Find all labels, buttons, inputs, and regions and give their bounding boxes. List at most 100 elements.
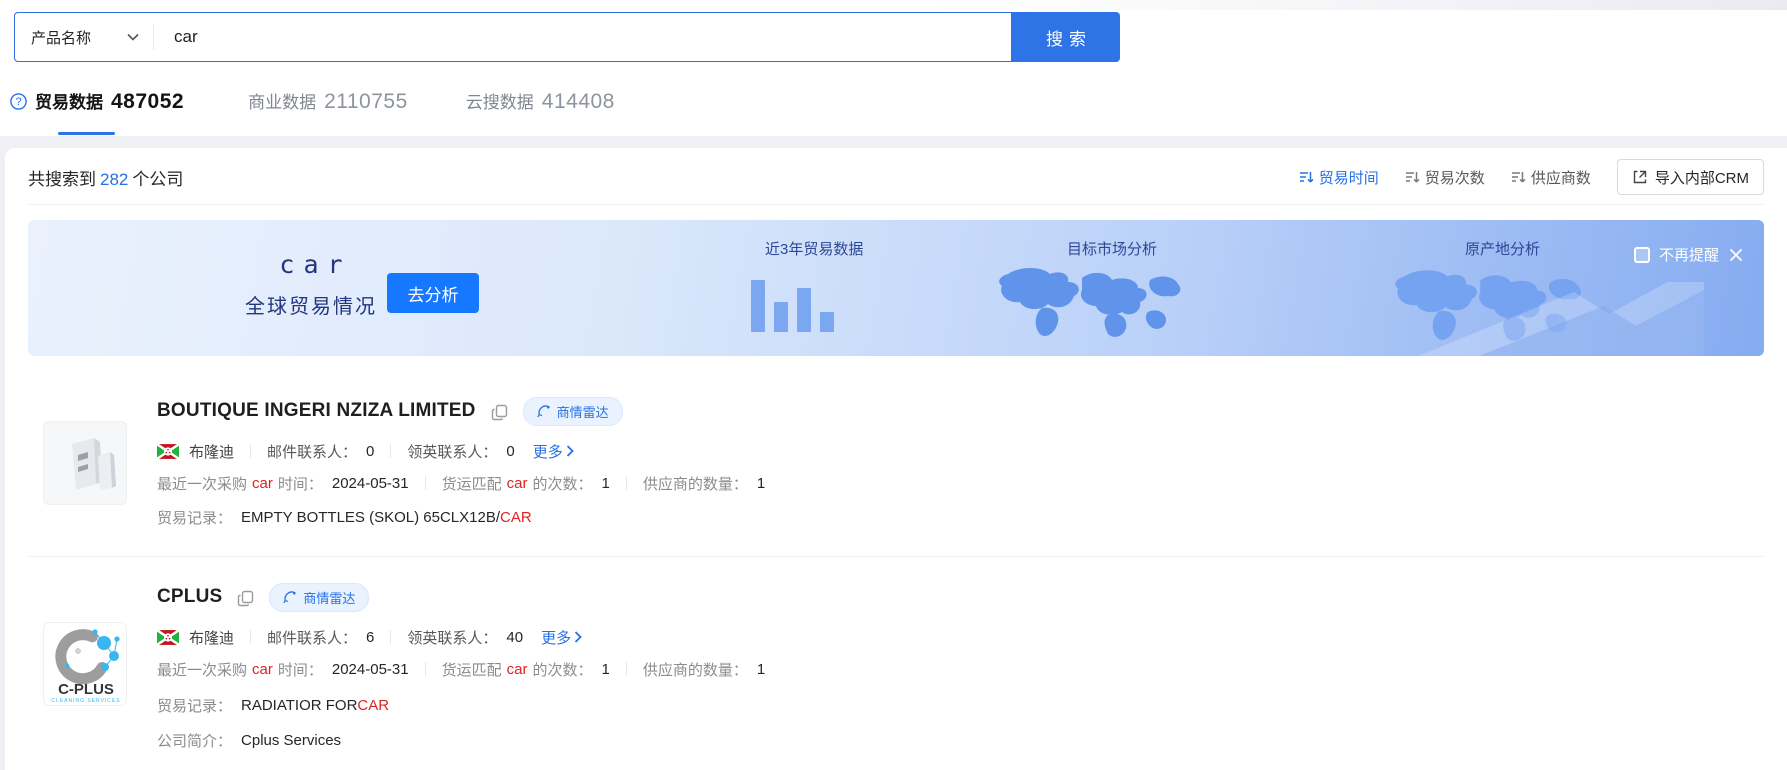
data-source-tabs: ? 贸易数据 487052 商业数据 2110755 云搜数据 414408 xyxy=(10,88,1787,135)
linkedin-contacts-value: 0 xyxy=(506,442,515,460)
import-icon xyxy=(1633,170,1647,184)
email-contacts-value: 6 xyxy=(366,628,375,646)
keyword-highlight: car xyxy=(506,660,528,678)
building-placeholder-icon xyxy=(72,438,116,490)
sort-supplier-count[interactable]: 供应商数 xyxy=(1511,167,1591,188)
sort-trade-time[interactable]: 贸易时间 xyxy=(1299,167,1379,188)
sort-icon xyxy=(1511,171,1526,183)
linkedin-contacts-label: 领英联系人： xyxy=(407,629,498,647)
results-card: 共搜索到 282 个公司 贸易时间 贸易次数 供应商数 导入内部CRM car … xyxy=(5,148,1787,770)
trade-record-text: RADIATIOR FOR xyxy=(241,696,358,714)
sort-trade-count[interactable]: 贸易次数 xyxy=(1405,167,1485,188)
sort-icon xyxy=(1299,171,1314,183)
help-circle-icon[interactable]: ? xyxy=(10,93,27,110)
burundi-flag-icon xyxy=(157,629,179,645)
banner-dismiss-group: 不再提醒 xyxy=(1633,244,1744,265)
last-purchase-date: 2024-05-31 xyxy=(331,660,409,678)
svg-text:CLEANING SERVICES: CLEANING SERVICES xyxy=(51,698,120,704)
page-background: 共搜索到 282 个公司 贸易时间 贸易次数 供应商数 导入内部CRM car … xyxy=(0,136,1787,770)
tab-count: 414408 xyxy=(541,90,615,113)
header-divider xyxy=(28,204,1764,205)
trade-record-keyword: CAR xyxy=(357,696,390,714)
results-count-text: 共搜索到 282 个公司 xyxy=(28,169,184,189)
trade-record-keyword: CAR xyxy=(500,508,532,526)
banner-keyword-block: car 全球贸易情况 xyxy=(230,250,392,319)
company-intro-text: Cplus Services xyxy=(241,731,342,749)
mini-bar xyxy=(774,302,788,332)
sort-icon xyxy=(1405,171,1420,183)
keyword-highlight: car xyxy=(252,474,273,492)
search-input[interactable] xyxy=(154,27,1011,47)
keyword-highlight: car xyxy=(252,660,273,678)
mini-bar xyxy=(751,280,765,332)
email-contacts-label: 邮件联系人： xyxy=(267,443,358,461)
chevron-right-icon xyxy=(566,445,574,457)
radar-badge-label: 商情雷达 xyxy=(556,404,609,420)
company-details: BOUTIQUE INGERI NZIZA LIMITED 商情雷达 布隆迪 邮… xyxy=(157,396,766,527)
go-analyze-button[interactable]: 去分析 xyxy=(387,273,479,313)
active-tab-underline xyxy=(58,132,115,135)
company-row: C-PLUS CLEANING SERVICES CPLUS 商情雷达 布隆迪 … xyxy=(28,557,1764,750)
burundi-flag-icon xyxy=(157,443,179,459)
close-icon[interactable] xyxy=(1728,247,1744,263)
world-map-graphic xyxy=(999,268,1181,337)
copy-icon[interactable] xyxy=(491,404,508,421)
company-details: CPLUS 商情雷达 布隆迪 邮件联系人： 6 领英联系人： 40 更多 最近一… xyxy=(157,582,766,750)
banner-panel-label-target-market: 目标市场分析 xyxy=(1067,241,1158,258)
linkedin-contacts-value: 40 xyxy=(506,628,524,646)
tab-count: 2110755 xyxy=(324,90,408,113)
supplier-count: 1 xyxy=(756,660,766,678)
freight-count: 1 xyxy=(601,660,610,678)
company-row: BOUTIQUE INGERI NZIZA LIMITED 商情雷达 布隆迪 邮… xyxy=(28,356,1764,527)
company-name[interactable]: BOUTIQUE INGERI NZIZA LIMITED xyxy=(157,400,476,422)
banner-panel-label-origin: 原产地分析 xyxy=(1465,241,1541,258)
company-name[interactable]: CPLUS xyxy=(157,586,222,608)
mini-bar xyxy=(797,288,811,332)
tab-trade-data[interactable]: ? 贸易数据 487052 xyxy=(10,88,184,114)
results-count: 282 xyxy=(100,169,129,189)
banner-subtitle: 全球贸易情况 xyxy=(245,296,377,318)
company-country: 布隆迪 xyxy=(189,629,235,647)
banner-keyword: car xyxy=(279,250,352,279)
company-thumbnail[interactable] xyxy=(43,421,127,505)
tab-label: 贸易数据 xyxy=(35,93,103,112)
results-controls: 贸易时间 贸易次数 供应商数 导入内部CRM xyxy=(1299,159,1764,195)
mini-bar-chart xyxy=(751,266,834,332)
search-box: 产品名称 xyxy=(14,12,1012,62)
dont-remind-label: 不再提醒 xyxy=(1658,247,1719,264)
tab-label: 云搜数据 xyxy=(465,93,534,112)
banner-panel-label-trade3y: 近3年贸易数据 xyxy=(765,241,864,258)
business-radar-badge[interactable]: 商情雷达 xyxy=(269,582,370,612)
tab-business-data[interactable]: 商业数据 2110755 xyxy=(248,88,408,114)
email-contacts-label: 邮件联系人： xyxy=(267,629,358,647)
radar-icon xyxy=(536,405,550,418)
tab-label: 商业数据 xyxy=(248,93,317,112)
mini-bar xyxy=(820,312,834,332)
more-link[interactable]: 更多 xyxy=(541,627,582,648)
linkedin-contacts-label: 领英联系人： xyxy=(407,443,498,461)
last-purchase-date: 2024-05-31 xyxy=(331,474,409,492)
keyword-highlight: car xyxy=(506,474,528,492)
cplus-logo: C-PLUS CLEANING SERVICES xyxy=(51,629,120,704)
radar-icon xyxy=(283,591,297,604)
more-link[interactable]: 更多 xyxy=(533,441,574,462)
company-logo[interactable]: C-PLUS CLEANING SERVICES xyxy=(43,622,127,706)
freight-count: 1 xyxy=(601,474,610,492)
svg-text:C-PLUS: C-PLUS xyxy=(58,681,114,698)
import-crm-button[interactable]: 导入内部CRM xyxy=(1616,159,1764,195)
tab-count: 487052 xyxy=(111,90,185,113)
tab-cloud-search-data[interactable]: 云搜数据 414408 xyxy=(466,88,615,114)
business-radar-badge[interactable]: 商情雷达 xyxy=(522,396,623,426)
search-button[interactable]: 搜索 xyxy=(1012,12,1120,62)
search-category-select[interactable]: 产品名称 xyxy=(15,27,153,48)
radar-badge-label: 商情雷达 xyxy=(303,590,356,606)
supplier-count: 1 xyxy=(756,474,766,492)
company-country: 布隆迪 xyxy=(189,443,235,461)
analysis-banner: car 全球贸易情况 去分析 近3年贸易数据 目标市场分析 原产地分析 不再提醒 xyxy=(28,220,1764,356)
svg-text:?: ? xyxy=(15,96,21,108)
results-header: 共搜索到 282 个公司 贸易时间 贸易次数 供应商数 导入内部CRM xyxy=(28,148,1764,195)
dont-remind-checkbox[interactable] xyxy=(1633,246,1650,263)
copy-icon[interactable] xyxy=(237,590,254,607)
email-contacts-value: 0 xyxy=(366,442,375,460)
trend-arrow-decoration xyxy=(1418,282,1704,356)
